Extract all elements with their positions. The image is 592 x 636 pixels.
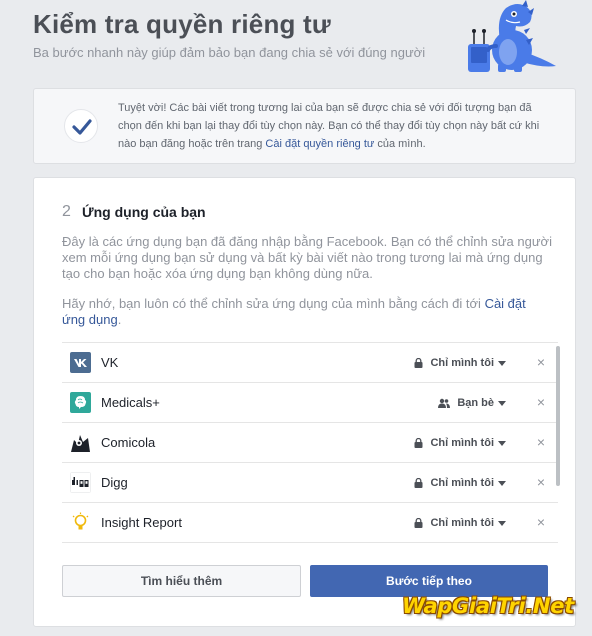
insight-app-icon	[70, 512, 91, 533]
confirmation-notice: Tuyệt vời! Các bài viết trong tương lai …	[33, 88, 576, 164]
comicola-app-icon	[70, 432, 91, 453]
caret-down-icon	[498, 480, 506, 486]
app-name: Medicals+	[101, 395, 160, 410]
section-description: Đây là các ứng dụng bạn đã đăng nhập bằn…	[62, 234, 552, 281]
app-name: VK	[101, 355, 119, 370]
step-number: 2	[62, 203, 71, 220]
hint-end: .	[117, 312, 122, 327]
vk-app-icon	[70, 352, 91, 373]
app-row-digg: Digg Chỉ mình tôi ×	[62, 463, 558, 503]
lock-icon	[414, 478, 423, 488]
audience-selector[interactable]: Chỉ mình tôi	[414, 434, 506, 452]
page-title: Kiểm tra quyền riêng tư	[33, 9, 331, 39]
remove-app-button[interactable]: ×	[534, 515, 548, 529]
medicals-app-icon	[70, 392, 91, 413]
site-watermark: WapGiaiTri.Net	[402, 594, 574, 618]
next-step-button[interactable]: Bước tiếp theo	[310, 565, 548, 597]
app-row-insight-report: Insight Report Chỉ mình tôi ×	[62, 503, 558, 543]
section-title: Ứng dụng của bạn	[82, 204, 206, 220]
hint-text: Hãy nhớ, bạn luôn có thể chỉnh sửa ứng d…	[62, 296, 485, 311]
lock-icon	[414, 438, 423, 448]
checkmark-icon	[64, 109, 98, 143]
app-row-vk: VK Chỉ mình tôi ×	[62, 343, 558, 383]
privacy-dinosaur-illustration	[468, 0, 556, 72]
audience-selector[interactable]: Chỉ mình tôi	[414, 474, 506, 492]
app-row-comicola: Comicola Chỉ mình tôi ×	[62, 423, 558, 463]
audience-label: Chỉ mình tôi	[430, 437, 494, 449]
app-name: Insight Report	[101, 515, 182, 530]
app-list: VK Chỉ mình tôi × Medicals+ Bạn bè × Com…	[62, 342, 558, 548]
app-row-medicals: Medicals+ Bạn bè ×	[62, 383, 558, 423]
learn-more-button[interactable]: Tìm hiểu thêm	[62, 565, 301, 597]
audience-label: Chỉ mình tôi	[430, 357, 494, 369]
section-hint: Hãy nhớ, bạn luôn có thể chỉnh sửa ứng d…	[62, 296, 552, 328]
scrollbar-thumb[interactable]	[556, 346, 560, 486]
audience-selector[interactable]: Chỉ mình tôi	[414, 354, 506, 372]
caret-down-icon	[498, 400, 506, 406]
audience-selector[interactable]: Bạn bè	[438, 394, 506, 412]
caret-down-icon	[498, 520, 506, 526]
apps-step-card: 2 Ứng dụng của bạn Đây là các ứng dụng b…	[33, 177, 576, 627]
remove-app-button[interactable]: ×	[534, 355, 548, 369]
audience-label: Bạn bè	[457, 397, 494, 409]
remove-app-button[interactable]: ×	[534, 435, 548, 449]
remove-app-button[interactable]: ×	[534, 395, 548, 409]
caret-down-icon	[498, 360, 506, 366]
audience-label: Chỉ mình tôi	[430, 477, 494, 489]
privacy-settings-link[interactable]: Cài đặt quyền riêng tư	[265, 138, 374, 150]
lock-icon	[414, 518, 423, 528]
app-name: Digg	[101, 475, 128, 490]
notice-text: Tuyệt vời! Các bài viết trong tương lai …	[118, 99, 558, 153]
notice-end: của mình.	[374, 138, 426, 150]
app-name: Comicola	[101, 435, 156, 450]
digg-app-icon	[70, 472, 91, 493]
audience-label: Chỉ mình tôi	[430, 517, 494, 529]
page-subtitle: Ba bước nhanh này giúp đảm bảo bạn đang …	[33, 45, 426, 60]
privacy-checkup-header: Kiểm tra quyền riêng tư Ba bước nhanh nà…	[0, 0, 592, 88]
audience-selector[interactable]: Chỉ mình tôi	[414, 514, 506, 532]
caret-down-icon	[498, 440, 506, 446]
friends-icon	[438, 398, 451, 408]
app-list-scrollbar[interactable]	[554, 342, 562, 548]
remove-app-button[interactable]: ×	[534, 475, 548, 489]
lock-icon	[414, 358, 423, 368]
